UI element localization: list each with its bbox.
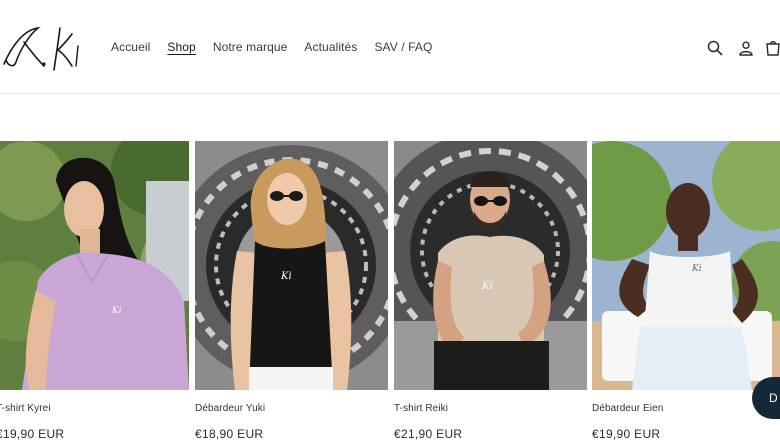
product-title[interactable]: T-shirt Reiki <box>394 403 587 414</box>
svg-text:Ki: Ki <box>111 306 122 316</box>
product-card[interactable]: Ki T-shirt Reiki €21,90 EUR <box>394 141 587 440</box>
product-title[interactable]: T-shirt Kyrei <box>0 403 189 414</box>
nav-item-actualites[interactable]: Actualités <box>304 40 357 54</box>
product-image[interactable]: Ki <box>0 141 189 390</box>
account-icon[interactable] <box>735 37 757 59</box>
search-icon[interactable] <box>704 37 726 59</box>
product-card[interactable]: Ki T-shirt Kyrei €19,90 EUR <box>0 141 189 440</box>
nav-item-shop[interactable]: Shop <box>167 40 195 54</box>
nav-item-accueil[interactable]: Accueil <box>111 40 150 54</box>
product-title[interactable]: Débardeur Eien <box>592 403 780 414</box>
product-grid: Ki T-shirt Kyrei €19,90 EUR Ki Débardeur… <box>0 141 780 440</box>
product-price: €21,90 EUR <box>394 427 463 440</box>
product-title[interactable]: Débardeur Yuki <box>195 403 388 414</box>
product-price: €19,90 EUR <box>0 427 65 440</box>
product-image[interactable]: Ki <box>592 141 780 390</box>
product-price: €18,90 EUR <box>195 427 264 440</box>
svg-text:Ki: Ki <box>691 264 702 274</box>
nav-item-sav-faq[interactable]: SAV / FAQ <box>374 40 432 54</box>
brand-logo[interactable] <box>0 20 84 74</box>
svg-text:Ki: Ki <box>280 271 292 282</box>
svg-text:Ki: Ki <box>481 281 493 292</box>
product-price: €19,90 EUR <box>592 427 661 440</box>
chat-label: D <box>769 391 778 405</box>
main-nav: Accueil Shop Notre marque Actualités SAV… <box>111 40 449 54</box>
nav-item-notre-marque[interactable]: Notre marque <box>213 40 288 54</box>
site-header: Accueil Shop Notre marque Actualités SAV… <box>0 0 780 94</box>
product-image[interactable]: Ki <box>394 141 587 390</box>
cart-icon[interactable] <box>766 37 780 59</box>
product-card[interactable]: Ki Débardeur Yuki €18,90 EUR <box>195 141 388 440</box>
header-icons <box>695 37 780 59</box>
product-image[interactable]: Ki <box>195 141 388 390</box>
